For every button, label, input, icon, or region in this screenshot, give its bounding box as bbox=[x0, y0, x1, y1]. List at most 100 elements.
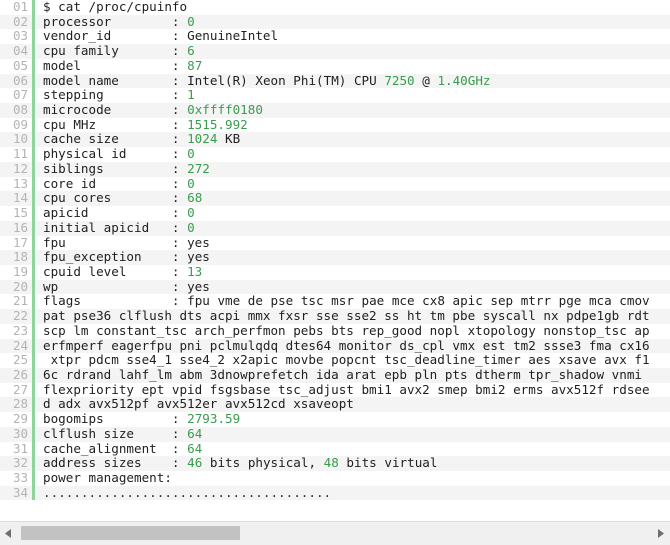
line-number: 06 bbox=[12, 72, 28, 88]
continuation-text: pat pse36 clflush dts acpi mmx fxsr sse … bbox=[43, 309, 650, 324]
code-line-text[interactable]: xtpr pdcm sse4_1 sse4_2 x2apic movbe pop… bbox=[35, 353, 670, 368]
code-line-text[interactable]: model : 87 bbox=[35, 59, 670, 74]
value-gap bbox=[180, 265, 188, 279]
continuation-text: 6c rdrand lahf_lm abm 3dnowprefetch ida … bbox=[43, 367, 642, 382]
field-key: wp bbox=[43, 279, 59, 294]
field-value: yes bbox=[187, 250, 210, 265]
field-separator: : bbox=[171, 117, 180, 132]
code-line-text[interactable]: siblings : 272 bbox=[35, 162, 670, 177]
code-line: 32 address sizes : 46 bits physical, 48 b… bbox=[0, 456, 670, 471]
field-key: siblings bbox=[43, 161, 104, 176]
horizontal-scrollbar[interactable] bbox=[0, 521, 670, 545]
code-line-text[interactable]: flags : fpu vme de pse tsc msr pae mce c… bbox=[35, 294, 670, 309]
key-padding bbox=[157, 442, 172, 456]
value-token bbox=[240, 456, 248, 470]
line-number: 03 bbox=[12, 28, 28, 44]
scrollbar-track[interactable] bbox=[17, 522, 653, 545]
value-gap bbox=[180, 147, 188, 161]
code-line-text[interactable]: vendor_id : GenuineIntel bbox=[35, 29, 670, 44]
code-line: 06 model name : Intel(R) Xeon Phi(TM) CPU… bbox=[0, 72, 670, 89]
code-line: 25 xtpr pdcm sse4_1 sse4_2 x2apic movbe … bbox=[0, 353, 670, 368]
code-line-text[interactable]: ...................................... bbox=[35, 486, 670, 501]
code-line-text[interactable]: cache_alignment : 64 bbox=[35, 442, 670, 457]
key-padding bbox=[96, 177, 172, 191]
code-line-text[interactable]: stepping : 1 bbox=[35, 88, 670, 103]
key-padding bbox=[126, 265, 172, 279]
field-separator: : bbox=[171, 88, 180, 103]
value-gap bbox=[180, 162, 188, 176]
value-token bbox=[316, 456, 324, 470]
code-line-text[interactable]: cpu family : 6 bbox=[35, 44, 670, 59]
scrollbar-thumb[interactable] bbox=[21, 526, 240, 540]
value-token bbox=[346, 74, 354, 88]
field-value: 0 bbox=[187, 220, 195, 235]
code-line-text[interactable]: core id : 0 bbox=[35, 177, 670, 192]
line-number: 04 bbox=[12, 43, 28, 59]
code-line-text[interactable]: cpu MHz : 1515.992 bbox=[35, 118, 670, 133]
key-padding bbox=[81, 294, 172, 308]
code-viewer: 01 $ cat /proc/cpuinfo 02 processor : 0 03 ve… bbox=[0, 0, 670, 545]
code-line-text[interactable]: fpu_exception : yes bbox=[35, 250, 670, 265]
field-key: cache size bbox=[43, 132, 119, 147]
code-line: 26 6c rdrand lahf_lm abm 3dnowprefetch id… bbox=[0, 367, 670, 383]
continuation-text: scp lm constant_tsc arch_perfmon pebs bt… bbox=[43, 323, 650, 338]
line-number: 01 bbox=[12, 0, 28, 14]
code-line-text[interactable]: power management: bbox=[35, 471, 670, 486]
code-line-text[interactable]: scp lm constant_tsc arch_perfmon pebs bt… bbox=[35, 324, 670, 339]
field-key: power management: bbox=[43, 471, 172, 485]
code-line: 07 stepping : 1 bbox=[0, 88, 670, 104]
code-line-text[interactable]: d adx avx512pf avx512er avx512cd xsaveop… bbox=[35, 397, 670, 412]
code-line-text[interactable]: cpu cores : 68 bbox=[35, 191, 670, 206]
scroll-left-arrow-icon[interactable] bbox=[0, 522, 17, 545]
code-line-text[interactable]: flexpriority ept vpid fsgsbase tsc_adjus… bbox=[35, 383, 670, 398]
code-line-text[interactable]: microcode : 0xffff0180 bbox=[35, 103, 670, 118]
key-padding bbox=[142, 456, 172, 470]
value-gap bbox=[180, 191, 188, 205]
field-key: vendor_id bbox=[43, 29, 112, 44]
value-gap bbox=[180, 427, 188, 441]
code-line-text[interactable]: address sizes : 46 bits physical, 48 bit… bbox=[35, 456, 670, 471]
code-line-text[interactable]: model name : Intel(R) Xeon Phi(TM) CPU 7… bbox=[35, 74, 670, 89]
code-line-text[interactable]: processor : 0 bbox=[35, 15, 670, 30]
key-padding bbox=[119, 132, 172, 146]
code-line: 18 fpu_exception : yes bbox=[0, 249, 670, 265]
field-key: core id bbox=[43, 176, 97, 191]
code-line: 13 core id : 0 bbox=[0, 176, 670, 192]
code-line-text[interactable]: $ cat /proc/cpuinfo bbox=[35, 0, 670, 15]
value-gap bbox=[180, 206, 188, 220]
code-line-text[interactable]: apicid : 0 bbox=[35, 206, 670, 221]
value-gap bbox=[180, 280, 188, 294]
field-separator: : bbox=[171, 161, 180, 176]
field-key: fpu_exception bbox=[43, 250, 142, 265]
code-line-text[interactable]: cache size : 1024 KB bbox=[35, 132, 670, 147]
field-separator: : bbox=[171, 58, 180, 73]
code-line: 31 cache_alignment : 64 bbox=[0, 441, 670, 457]
code-line-text[interactable]: physical id : 0 bbox=[35, 147, 670, 162]
value-token: 48 bbox=[323, 456, 339, 471]
field-separator: : bbox=[171, 235, 180, 250]
code-line-text[interactable]: pat pse36 clflush dts acpi mmx fxsr sse … bbox=[35, 309, 670, 324]
value-gap bbox=[180, 250, 188, 264]
key-padding bbox=[89, 206, 172, 220]
code-line-text[interactable]: fpu : yes bbox=[35, 236, 670, 251]
field-key: flags bbox=[43, 294, 81, 309]
code-line-text[interactable]: cpuid level : 13 bbox=[35, 265, 670, 280]
value-gap bbox=[180, 59, 188, 73]
field-key: bogomips bbox=[43, 412, 104, 427]
code-line-text[interactable]: 6c rdrand lahf_lm abm 3dnowprefetch ida … bbox=[35, 368, 670, 383]
line-number: 14 bbox=[12, 190, 28, 206]
value-token: Phi(TM) bbox=[293, 73, 347, 88]
value-gap bbox=[180, 74, 188, 88]
line-number: 30 bbox=[12, 425, 28, 441]
code-line-text[interactable]: wp : yes bbox=[35, 280, 670, 295]
value-token: bits bbox=[346, 456, 377, 471]
code-line-text[interactable]: clflush size : 64 bbox=[35, 427, 670, 442]
code-content-area[interactable]: 01 $ cat /proc/cpuinfo 02 processor : 0 03 ve… bbox=[0, 0, 670, 521]
scroll-right-arrow-icon[interactable] bbox=[653, 522, 670, 545]
key-padding bbox=[104, 162, 172, 176]
code-line-text[interactable]: initial apicid : 0 bbox=[35, 221, 670, 236]
code-line-text[interactable]: bogomips : 2793.59 bbox=[35, 412, 670, 427]
code-line-text[interactable]: erfmperf eagerfpu pni pclmulqdq dtes64 m… bbox=[35, 339, 670, 354]
line-number: 32 bbox=[12, 455, 28, 471]
line-number: 28 bbox=[12, 396, 28, 412]
